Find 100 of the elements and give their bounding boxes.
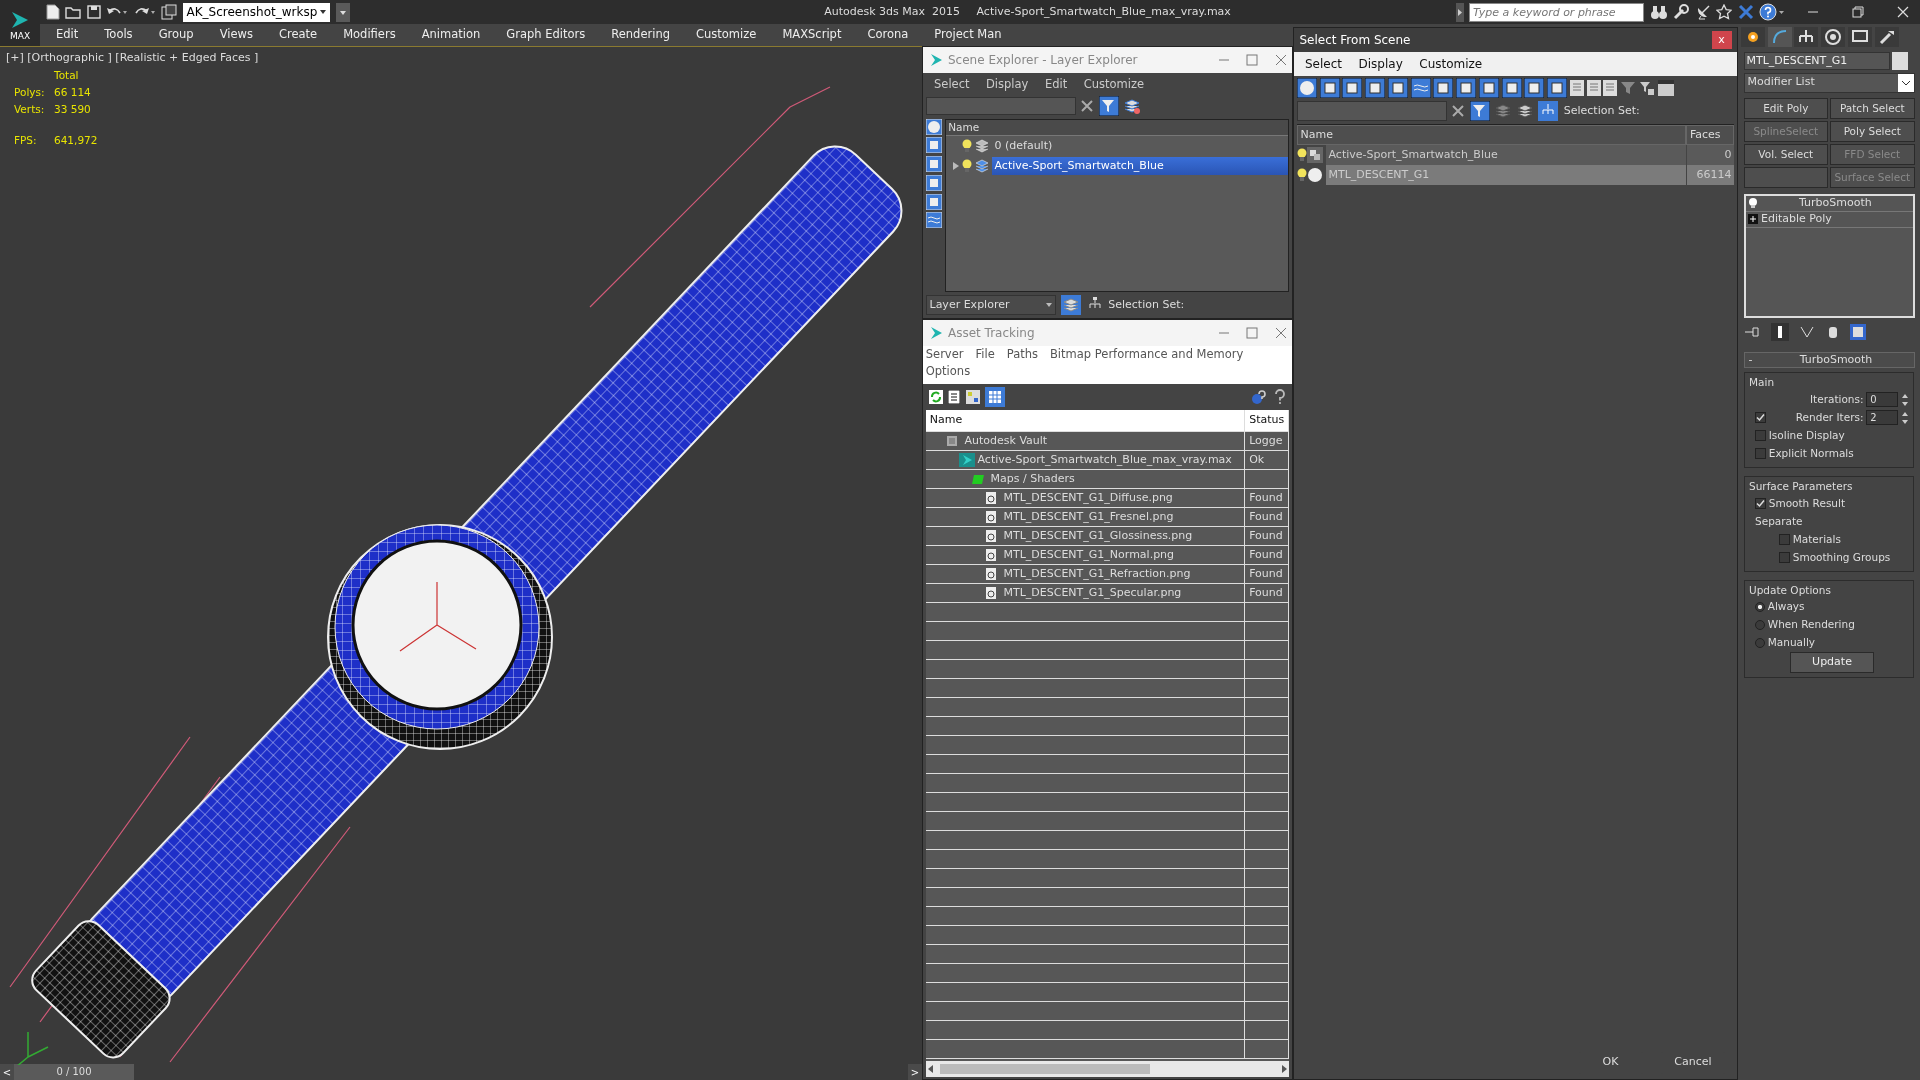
checkbox[interactable] xyxy=(1755,498,1766,509)
modifier-button[interactable]: Poly Select xyxy=(1830,121,1915,142)
object-name[interactable]: Active-Sport_Smartwatch_Blue xyxy=(1325,144,1687,165)
search-field[interactable] xyxy=(1296,101,1447,121)
filter-icon[interactable] xyxy=(1469,101,1490,121)
viewport-label[interactable]: [+] [Orthographic ] [Realistic + Edged Faces ] xyxy=(0,47,265,70)
light-bulb-icon[interactable] xyxy=(1296,167,1307,182)
menu-item[interactable]: Group xyxy=(158,26,194,44)
menu-item[interactable]: Corona xyxy=(867,26,909,44)
asset-name[interactable]: MTL_DESCENT_G1_Glossiness.png xyxy=(1003,527,1193,545)
layer-name[interactable]: 0 (default) xyxy=(991,136,1289,155)
expand-icon[interactable] xyxy=(1748,214,1759,224)
workspace-dropdown[interactable]: AK_Screenshot_wrksp xyxy=(182,2,331,22)
create-tab-icon[interactable] xyxy=(1740,27,1765,47)
checkbox[interactable] xyxy=(1779,534,1790,545)
restore-icon[interactable] xyxy=(1852,6,1864,18)
spinner-field[interactable]: 0 xyxy=(1866,392,1899,408)
object-name-field[interactable]: MTL_DESCENT_G1 xyxy=(1743,51,1890,70)
layers-icon[interactable] xyxy=(1061,295,1082,315)
column-header[interactable]: Status xyxy=(1244,409,1289,432)
light-bulb-icon[interactable] xyxy=(962,138,973,153)
light-bulb-icon[interactable] xyxy=(962,158,973,173)
columns-icon[interactable] xyxy=(1657,80,1674,97)
asset-name[interactable]: MTL_DESCENT_G1_Diffuse.png xyxy=(1003,489,1173,507)
timeline-prev-button[interactable]: < xyxy=(0,1064,14,1080)
checkbox-label[interactable]: Smooth Result xyxy=(1768,495,1846,512)
menu-item[interactable]: Animation xyxy=(421,26,481,44)
checkbox[interactable] xyxy=(1779,552,1790,563)
menu-item[interactable]: MAXScript xyxy=(782,26,842,44)
radio-label[interactable]: Manually xyxy=(1767,635,1816,652)
menu-item[interactable]: Select xyxy=(1305,54,1343,73)
configure-sets-icon[interactable] xyxy=(1849,324,1866,340)
hierarchy-icon[interactable] xyxy=(1538,101,1559,121)
asset-name[interactable]: MTL_DESCENT_G1_Normal.png xyxy=(1003,546,1175,564)
light-bulb-icon[interactable] xyxy=(1748,197,1759,209)
thumbnail-view-icon[interactable] xyxy=(965,389,980,404)
display-tab-icon[interactable] xyxy=(1847,27,1872,47)
x-logo-icon[interactable] xyxy=(1737,4,1754,20)
menu-item[interactable]: Edit xyxy=(56,26,79,44)
menu-item[interactable]: Graph Editors xyxy=(506,26,586,44)
asset-name[interactable]: Maps / Shaders xyxy=(990,470,1075,488)
motion-tab-icon[interactable] xyxy=(1821,27,1845,47)
menu-item[interactable]: Tools xyxy=(104,26,133,44)
maximize-icon[interactable] xyxy=(1246,327,1258,339)
pin-stack-icon[interactable] xyxy=(1743,326,1760,338)
checkbox-label[interactable]: Materials xyxy=(1792,531,1841,548)
column-header[interactable]: Name xyxy=(1296,124,1687,145)
menu-item[interactable]: Display xyxy=(986,75,1029,93)
menu-item[interactable]: Project Man xyxy=(934,26,1002,44)
menu-item[interactable]: Display xyxy=(1358,54,1403,73)
show-end-result-icon[interactable] xyxy=(1770,323,1789,341)
checkbox-label[interactable]: Smoothing Groups xyxy=(1792,549,1891,566)
checkbox[interactable] xyxy=(1755,412,1766,424)
select-all-icon[interactable] xyxy=(1569,80,1584,97)
menu-item[interactable]: Customize xyxy=(1083,75,1145,93)
project-folder-icon[interactable] xyxy=(161,4,177,20)
spinner-arrows-icon[interactable] xyxy=(1901,410,1909,425)
modify-tab-icon[interactable] xyxy=(1767,27,1792,47)
radio-button[interactable] xyxy=(1755,620,1765,631)
column-header[interactable]: Name xyxy=(925,409,1245,432)
new-file-icon[interactable] xyxy=(45,4,60,20)
timeline-next-button[interactable]: > xyxy=(908,1064,922,1080)
explorer-mode-dropdown[interactable]: Layer Explorer xyxy=(925,295,1056,315)
waves-icon[interactable] xyxy=(1410,78,1431,99)
horizontal-scrollbar[interactable] xyxy=(925,1061,1290,1077)
clear-icon[interactable] xyxy=(1081,99,1094,112)
menu-item[interactable]: Paths xyxy=(1006,346,1038,364)
menu-item[interactable]: Edit xyxy=(1044,75,1068,93)
menu-item[interactable]: Create xyxy=(278,26,318,44)
modifier-button[interactable]: Vol. Select xyxy=(1743,144,1828,165)
app-logo[interactable]: MAX xyxy=(0,0,40,46)
search-field[interactable]: Type a keyword or phrase xyxy=(1469,2,1644,22)
stack-item[interactable]: Editable Poly xyxy=(1761,210,1832,228)
select-none-icon[interactable] xyxy=(1586,80,1601,97)
column-header[interactable]: Name xyxy=(945,119,1289,136)
binoculars-icon[interactable] xyxy=(1649,4,1668,20)
checkbox-label[interactable]: Explicit Normals xyxy=(1768,445,1854,462)
stack-item[interactable]: TurboSmooth xyxy=(1761,194,1910,212)
table-view-icon[interactable] xyxy=(985,386,1005,407)
object-color-swatch[interactable] xyxy=(1892,51,1909,70)
radio-label[interactable]: When Rendering xyxy=(1767,617,1855,634)
remove-modifier-icon[interactable] xyxy=(1826,325,1839,339)
menu-item[interactable]: Customize xyxy=(1419,54,1483,73)
save-icon[interactable] xyxy=(86,5,101,19)
rollout-header[interactable]: - TurboSmooth xyxy=(1743,352,1915,368)
radio-button[interactable] xyxy=(1755,602,1765,613)
help-icon[interactable] xyxy=(1759,3,1785,21)
make-unique-icon[interactable] xyxy=(1799,325,1816,339)
update-button[interactable]: Update xyxy=(1790,652,1874,673)
modifier-button[interactable]: Edit Poly xyxy=(1743,98,1828,119)
layers-icon[interactable] xyxy=(1516,103,1533,119)
asset-name[interactable]: Active-Sport_Smartwatch_Blue_max_vray.max xyxy=(977,451,1232,469)
light-bulb-icon[interactable] xyxy=(1296,147,1307,162)
radio-label[interactable]: Always xyxy=(1767,599,1805,616)
checkbox[interactable] xyxy=(1755,448,1766,460)
menu-item[interactable]: Bitmap Performance and Memory xyxy=(1050,346,1244,364)
maximize-icon[interactable] xyxy=(1246,54,1258,66)
expand-arrow-icon[interactable] xyxy=(951,160,960,171)
spinner-field[interactable]: 2 xyxy=(1866,410,1899,426)
clear-icon[interactable] xyxy=(1452,105,1465,117)
